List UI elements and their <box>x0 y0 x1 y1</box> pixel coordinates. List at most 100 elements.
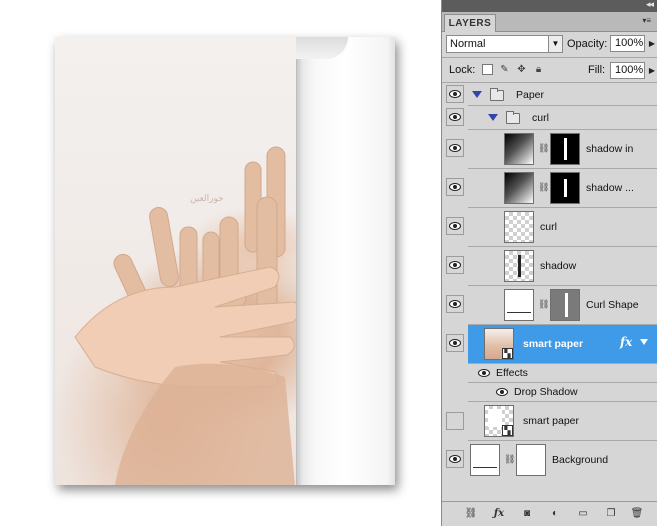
collapse-panel-icon[interactable]: ◂◂ <box>646 0 654 10</box>
visibility-toggle[interactable] <box>446 139 464 157</box>
visibility-toggle[interactable] <box>446 178 464 196</box>
new-layer-icon[interactable]: ❐ <box>604 507 618 521</box>
visibility-toggle[interactable] <box>446 256 464 274</box>
chevron-down-icon[interactable]: ▼ <box>548 36 562 52</box>
link-chain-icon[interactable]: ⛓ <box>538 182 549 193</box>
lock-transparent-pixels-icon[interactable] <box>482 64 493 75</box>
eye-icon <box>449 300 461 308</box>
layer-row-smart-paper-selected[interactable]: ▚ smart paper fx <box>468 325 657 364</box>
layer-name: shadow in <box>586 143 634 155</box>
add-layer-style-icon[interactable]: ƒx <box>492 507 506 521</box>
layer-row-paper-group[interactable]: Paper <box>468 83 657 106</box>
layer-thumbnail <box>504 250 534 282</box>
layer-name: Effects <box>496 367 528 379</box>
layer-row-background[interactable]: ⛓ Background <box>468 441 657 480</box>
new-adjustment-layer-icon[interactable]: ◐ <box>548 507 562 521</box>
blend-mode-select[interactable]: Normal ▼ <box>446 35 563 53</box>
delete-layer-icon[interactable]: 🗑︎ <box>630 507 644 521</box>
smart-object-badge-icon: ▚ <box>502 348 513 359</box>
layer-thumbnail <box>504 211 534 243</box>
link-chain-icon[interactable]: ⛓ <box>538 143 549 154</box>
expand-effects-icon[interactable] <box>640 339 648 345</box>
link-chain-icon[interactable]: ⛓ <box>504 454 515 465</box>
mask-thumbnail[interactable] <box>516 444 546 476</box>
layer-row-smart-paper[interactable]: ▚ smart paper <box>468 402 657 441</box>
eye-icon <box>449 455 461 463</box>
layer-name: curl <box>532 112 549 124</box>
opacity-input[interactable]: 100% <box>610 35 645 52</box>
layer-thumbnail <box>504 172 534 204</box>
visibility-toggle[interactable] <box>446 334 464 352</box>
blend-mode-value: Normal <box>450 38 486 50</box>
layer-thumbnail <box>470 444 500 476</box>
layer-row-shadow-2[interactable]: ⛓ shadow ... <box>468 169 657 208</box>
fill-input[interactable]: 100% <box>610 62 645 79</box>
folder-icon <box>506 111 520 124</box>
panel-tab-row: LAYERS ▾≡ <box>442 12 657 32</box>
layer-name: shadow <box>540 260 577 272</box>
divider <box>442 57 657 58</box>
visibility-toggle[interactable] <box>446 108 464 126</box>
eye-icon <box>449 144 461 152</box>
watermark-text: خورالعين <box>190 194 224 204</box>
layer-name: Drop Shadow <box>514 386 578 398</box>
visibility-toggle[interactable] <box>446 450 464 468</box>
page-curl <box>296 37 395 485</box>
folder-icon <box>490 88 504 101</box>
layer-name: Curl Shape <box>586 299 639 311</box>
layer-row-shadow-in[interactable]: ⛓ shadow in <box>468 130 657 169</box>
tab-layers[interactable]: LAYERS <box>444 14 496 32</box>
expand-triangle-icon[interactable] <box>488 114 498 121</box>
layer-row-curl-shape[interactable]: ⛓ Curl Shape <box>468 286 657 325</box>
layer-name: Paper <box>516 89 545 101</box>
layers-list: Paper curl ⛓ shadow in ⛓ shadow ... curl… <box>442 83 657 501</box>
mask-thumbnail[interactable] <box>550 133 580 165</box>
panel-menu-icon[interactable]: ▾≡ <box>642 16 651 25</box>
layers-bottom-toolbar: ⛓ ƒx ◙ ◐ ▭ ❐ 🗑︎ <box>442 501 657 526</box>
eye-icon[interactable] <box>478 369 490 377</box>
fx-effects-icon[interactable]: fx <box>620 335 632 349</box>
smart-object-badge-icon: ▚ <box>502 425 513 436</box>
lock-label: Lock: <box>449 64 476 76</box>
fill-slider-arrow-icon[interactable]: ▶ <box>647 62 657 79</box>
visibility-toggle[interactable] <box>446 295 464 313</box>
document-page: خورالعين <box>55 37 395 485</box>
mask-thumbnail[interactable] <box>550 289 580 321</box>
link-layers-icon[interactable]: ⛓ <box>464 507 478 521</box>
lock-all-icon[interactable]: 🔒︎ <box>533 64 544 75</box>
document-canvas[interactable]: خورالعين <box>0 0 441 526</box>
layer-name: smart paper <box>523 338 584 350</box>
new-group-icon[interactable]: ▭ <box>576 507 590 521</box>
opacity-slider-arrow-icon[interactable]: ▶ <box>647 35 657 52</box>
layer-name: Background <box>552 454 609 466</box>
eye-icon <box>449 261 461 269</box>
lock-position-icon[interactable]: ✥ <box>516 64 527 75</box>
panel-title-bar: ◂◂ <box>442 0 657 12</box>
hands-photo: خورالعين <box>55 37 307 485</box>
layer-name: smart paper <box>523 415 580 427</box>
opacity-label: Opacity: <box>567 38 608 50</box>
eye-icon[interactable] <box>496 388 508 396</box>
lock-image-pixels-icon[interactable]: ✎ <box>499 64 510 75</box>
eye-icon <box>449 90 461 98</box>
eye-icon <box>449 183 461 191</box>
layer-row-curl-group[interactable]: curl <box>468 106 657 130</box>
visibility-toggle-off[interactable] <box>446 412 464 430</box>
layer-row-curl[interactable]: curl <box>468 208 657 247</box>
visibility-toggle[interactable] <box>446 85 464 103</box>
layer-thumbnail <box>504 133 534 165</box>
smart-object-thumbnail: ▚ <box>484 328 514 360</box>
layer-thumbnail <box>504 289 534 321</box>
layer-row-shadow[interactable]: shadow <box>468 247 657 286</box>
eye-icon <box>449 113 461 121</box>
layer-effect-drop-shadow[interactable]: Drop Shadow <box>468 383 657 402</box>
smart-object-thumbnail: ▚ <box>484 405 514 437</box>
expand-triangle-icon[interactable] <box>472 91 482 98</box>
eye-icon <box>449 222 461 230</box>
add-layer-mask-icon[interactable]: ◙ <box>520 507 534 521</box>
visibility-toggle[interactable] <box>446 217 464 235</box>
link-chain-icon[interactable]: ⛓ <box>538 299 549 310</box>
layers-panel: ◂◂ LAYERS ▾≡ Normal ▼ Opacity: 100% ▶ Lo… <box>441 0 657 526</box>
mask-thumbnail[interactable] <box>550 172 580 204</box>
layer-effects-header[interactable]: Effects <box>468 364 657 383</box>
